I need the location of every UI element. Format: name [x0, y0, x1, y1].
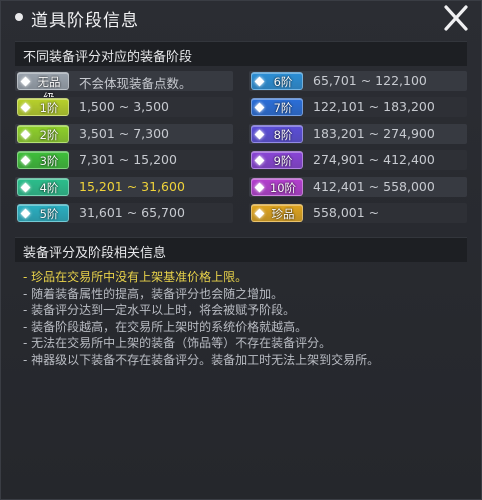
gem-icon [20, 155, 31, 166]
grade-score-range: 122,101 ~ 183,200 [313, 99, 435, 115]
gem-icon [254, 102, 265, 113]
gem-icon [254, 129, 265, 140]
grade-row: 无品级不会体现装备点数。 [15, 71, 233, 105]
grade-row: 1阶 1,500 ~ 3,500 [15, 97, 233, 118]
gem-icon [20, 208, 31, 219]
info-section-title: 装备评分及阶段相关信息 [23, 246, 167, 261]
grade-label: 6阶 [273, 75, 293, 89]
gem-icon [20, 182, 31, 193]
grade-badge: 无品级 [17, 72, 69, 105]
grade-row: 9阶 274,901 ~ 412,400 [249, 150, 467, 171]
grade-score-range: 65,701 ~ 122,100 [313, 73, 427, 88]
close-button[interactable] [441, 4, 471, 32]
info-item: - 随着装备属性的提高，装备评分也会随之增加。 [23, 286, 284, 301]
grade-badge: 1阶 [17, 98, 69, 117]
grade-badge: 4阶 [17, 177, 69, 196]
grade-badge: 3阶 [17, 151, 69, 170]
grade-label: 1阶 [39, 101, 59, 116]
grade-label: 9阶 [273, 154, 293, 169]
grade-label: 5阶 [39, 207, 59, 221]
grade-label: 7阶 [273, 101, 293, 116]
grade-score-range: 412,401 ~ 558,000 [313, 178, 435, 194]
grade-label: 4阶 [39, 180, 59, 195]
grade-label: 珍品 [271, 207, 295, 221]
item-grade-info-window: 道具阶段信息 不同装备评分对应的装备阶段 无品级不会体现装备点数。1阶1,500… [0, 0, 482, 500]
title-bar: 道具阶段信息 [1, 1, 481, 35]
grade-row: 4阶 15,201 ~ 31,600 [15, 176, 233, 197]
grade-row: 7阶 122,101 ~ 183,200 [249, 97, 467, 118]
grade-score-range: 183,201 ~ 274,900 [313, 125, 435, 141]
info-item: - 无法在交易所中上架的装备（饰品等）不存在装备评分。 [23, 336, 332, 350]
grade-badge: 6阶 [251, 72, 303, 90]
grade-label: 3阶 [39, 154, 59, 169]
gem-icon [254, 208, 265, 219]
grade-score-range: 558,001 ~ [313, 205, 380, 220]
grade-score-range: 274,901 ~ 412,400 [313, 152, 435, 168]
info-item: - 装备评分达到一定水平以上时，将会被赋予阶段。 [23, 303, 296, 317]
grade-badge: 2阶 [17, 124, 69, 143]
grade-score-range: 不会体现装备点数。 [79, 76, 192, 91]
grade-row: 8阶 183,201 ~ 274,900 [249, 123, 467, 144]
grade-row: 珍品 558,001 ~ [249, 203, 467, 223]
grade-badge: 10阶 [251, 177, 303, 196]
grade-label: 2阶 [39, 127, 59, 142]
grade-row: 2阶 3,501 ~ 7,300 [15, 123, 233, 144]
grade-table-header: 不同装备评分对应的装备阶段 [15, 41, 467, 66]
grade-score-range: 3,501 ~ 7,300 [79, 125, 169, 141]
gem-icon [254, 155, 265, 166]
info-section-header: 装备评分及阶段相关信息 [15, 237, 467, 262]
gem-icon [20, 102, 31, 113]
grade-row: 3阶 7,301 ~ 15,200 [15, 150, 233, 171]
grade-label: 10阶 [269, 180, 297, 195]
gem-icon [254, 76, 265, 87]
info-item: - 装备阶段越高，在交易所上架时的系统价格就越高。 [23, 319, 308, 334]
grade-score-range: 1,500 ~ 3,500 [79, 99, 169, 115]
grade-badge: 5阶 [17, 204, 69, 222]
grade-row: 6阶 65,701 ~ 122,100 [249, 71, 467, 91]
info-item: - 神器级以下装备不存在装备评分。装备加工时无法上架到交易所。 [23, 352, 380, 367]
grade-row: 5阶 31,601 ~ 65,700 [15, 203, 233, 223]
info-list: - 珍品在交易所中没有上架基准价格上限。 - 随着装备属性的提高，装备评分也会随之… [23, 269, 463, 368]
gem-icon [20, 129, 31, 140]
close-icon[interactable] [441, 4, 471, 32]
gem-icon [20, 76, 31, 87]
grade-table-title: 不同装备评分对应的装备阶段 [23, 50, 193, 65]
grade-badge: 9阶 [251, 151, 303, 170]
grade-badge: 7阶 [251, 98, 303, 117]
grade-score-range: 15,201 ~ 31,600 [79, 178, 185, 194]
grade-row: 10阶 412,401 ~ 558,000 [249, 176, 467, 197]
window-title: 道具阶段信息 [31, 11, 139, 31]
grade-score-range: 31,601 ~ 65,700 [79, 205, 185, 220]
title-bullet-icon [15, 13, 23, 21]
grade-badge: 珍品 [251, 204, 303, 222]
grade-badge: 8阶 [251, 124, 303, 143]
gem-icon [254, 182, 265, 193]
grade-label: 8阶 [273, 127, 293, 142]
grade-score-range: 7,301 ~ 15,200 [79, 152, 177, 168]
info-item: - 珍品在交易所中没有上架基准价格上限。 [23, 270, 248, 284]
